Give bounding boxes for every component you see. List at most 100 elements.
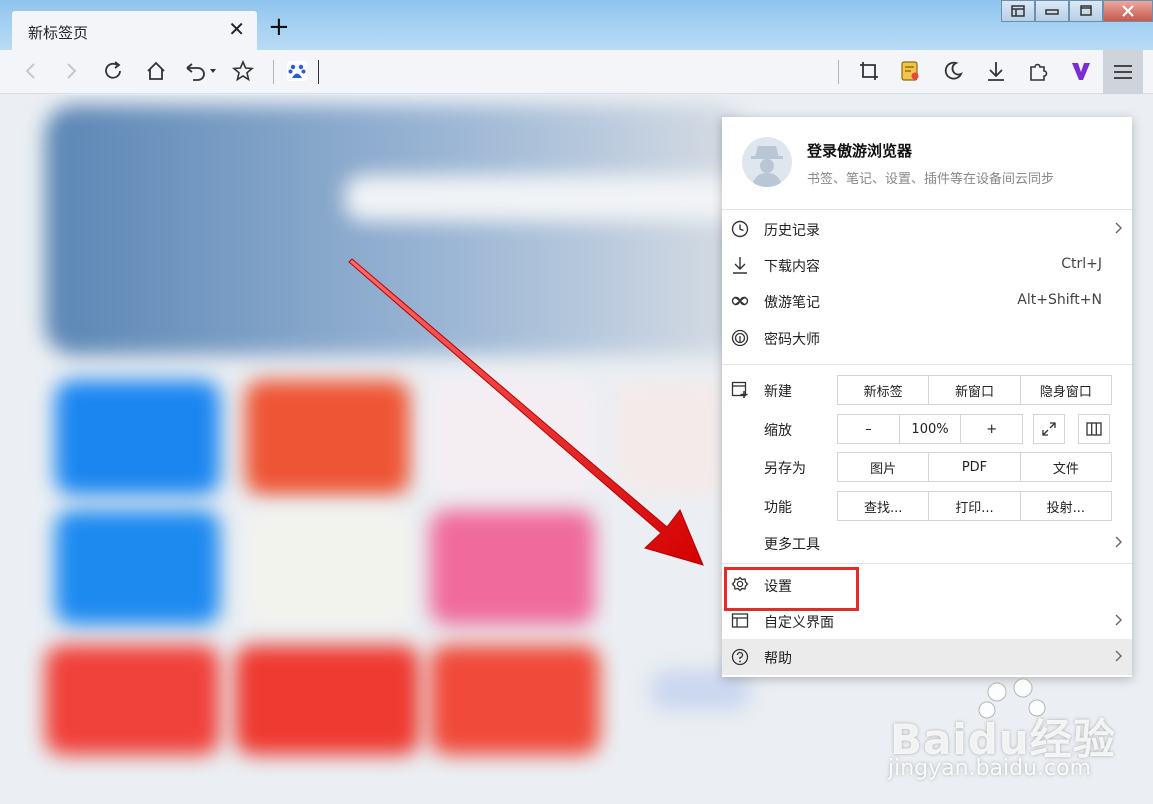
toolbar-separator (273, 60, 274, 84)
v-logo-icon (1072, 63, 1090, 80)
puzzle-icon (1030, 63, 1048, 81)
menu-item-label: 历史记录 (764, 223, 820, 239)
extensions-button[interactable] (1025, 58, 1051, 84)
menu-row-label: 新建 (764, 384, 792, 400)
night-mode-button[interactable] (940, 58, 966, 84)
new-tab-button[interactable]: + (268, 14, 290, 40)
toolbar (0, 50, 1153, 94)
save-as-options-group: 图片 PDF 文件 (837, 452, 1112, 482)
menu-item-passwords[interactable]: 密码大师 (722, 320, 1132, 356)
blurred-tile (615, 380, 725, 495)
cast-option[interactable]: 投射... (1019, 492, 1111, 520)
print-option[interactable]: 打印... (928, 492, 1019, 520)
menu-item-notes[interactable]: 傲游笔记 Alt+Shift+N (722, 283, 1132, 319)
minimize-icon (1045, 9, 1059, 15)
tab-title: 新标签页 (28, 24, 89, 42)
downloads-button[interactable] (983, 58, 1009, 84)
fullscreen-button[interactable] (1033, 414, 1065, 444)
notes-extension-button[interactable] (897, 58, 923, 84)
home-button[interactable] (143, 58, 169, 84)
blurred-tile (430, 510, 595, 625)
address-caret[interactable] (318, 60, 319, 84)
settings-highlight-box (724, 567, 859, 611)
new-window-plus-icon (731, 381, 748, 398)
toolbar-separator (838, 60, 839, 84)
note-icon (901, 61, 919, 81)
clock-icon (731, 220, 749, 238)
login-title[interactable]: 登录傲游浏览器 (807, 140, 912, 161)
restore-layout-button[interactable] (1001, 0, 1035, 22)
screenshot-button[interactable] (856, 58, 882, 84)
menu-item-label: 帮助 (764, 651, 792, 667)
menu-item-label: 傲游笔记 (764, 295, 820, 311)
login-subtitle: 书签、笔记、设置、插件等在设备间云同步 (807, 172, 1055, 187)
account-login-section[interactable]: 登录傲游浏览器 书签、笔记、设置、插件等在设备间云同步 (722, 117, 1132, 210)
blurred-tile (235, 645, 420, 755)
close-window-button[interactable] (1103, 0, 1153, 22)
menu-row-label: 缩放 (764, 423, 792, 439)
menu-item-history[interactable]: 历史记录 (722, 211, 1132, 247)
notes-knot-icon (731, 296, 749, 306)
blurred-tile (430, 645, 600, 755)
baidu-jingyan-watermark: Baidu经验 jingyan.baidu.com (880, 676, 1150, 791)
minimize-button[interactable] (1035, 0, 1069, 22)
blurred-tile (245, 380, 410, 495)
zoom-in-button[interactable]: + (960, 415, 1022, 443)
menu-item-more-tools[interactable]: 更多工具 (722, 525, 1132, 561)
back-arrow-icon (25, 63, 35, 79)
blurred-search-box (345, 175, 765, 221)
star-icon (232, 60, 254, 82)
menu-shortcut: Ctrl+J (1061, 256, 1102, 272)
undo-icon (186, 63, 216, 81)
menu-item-help[interactable]: 帮助 (722, 639, 1132, 675)
forward-arrow-icon (67, 63, 77, 79)
maximize-icon (1080, 5, 1092, 16)
question-circle-icon (731, 648, 749, 666)
chevron-right-icon (1115, 536, 1122, 548)
save-as-pdf-option[interactable]: PDF (928, 453, 1019, 481)
menu-item-label: 密码大师 (764, 332, 820, 348)
bookmark-button[interactable] (230, 58, 256, 84)
menu-item-downloads[interactable]: 下载内容 Ctrl+J (722, 247, 1132, 283)
undo-close-tab-button[interactable] (182, 58, 220, 84)
find-option[interactable]: 查找... (838, 492, 928, 520)
zoom-out-button[interactable]: – (838, 415, 899, 443)
incognito-user-icon (751, 146, 783, 187)
tab-new-tab[interactable]: 新标签页 ✕ (12, 11, 257, 50)
menu-divider (722, 563, 1132, 564)
save-as-file-option[interactable]: 文件 (1019, 453, 1111, 481)
save-as-image-option[interactable]: 图片 (838, 453, 928, 481)
blurred-tile (55, 380, 220, 495)
baidu-search-engine-button[interactable] (284, 58, 310, 84)
maxthon-v-button[interactable] (1068, 58, 1094, 84)
menu-item-label: 下载内容 (764, 259, 820, 275)
split-view-button[interactable] (1078, 414, 1110, 444)
new-tab-option[interactable]: 新标签 (838, 376, 928, 404)
home-icon (147, 61, 165, 80)
new-window-option[interactable]: 新窗口 (928, 376, 1019, 404)
maximize-button[interactable] (1069, 0, 1103, 22)
tab-close-icon[interactable]: ✕ (228, 19, 245, 39)
menu-row-save-as: 另存为 图片 PDF 文件 (722, 449, 1132, 485)
expand-icon (1042, 422, 1056, 436)
download-icon (988, 62, 1004, 81)
zoom-level: 100% (898, 415, 961, 443)
reload-button[interactable] (100, 58, 126, 84)
download-icon (733, 257, 747, 274)
menu-row-new: 新建 新标签 新窗口 隐身窗口 (722, 372, 1132, 408)
back-button[interactable] (18, 58, 44, 84)
avatar[interactable] (742, 137, 792, 187)
menu-divider (722, 364, 1132, 365)
watermark-url: jingyan.baidu.com (888, 756, 1092, 781)
incognito-window-option[interactable]: 隐身窗口 (1019, 376, 1111, 404)
menu-row-label: 另存为 (764, 461, 806, 477)
forward-button[interactable] (58, 58, 84, 84)
functions-options-group: 查找... 打印... 投射... (837, 491, 1112, 521)
zoom-controls: – 100% + (837, 414, 1023, 444)
baidu-paw-icon (287, 61, 307, 81)
menu-item-label: 自定义界面 (764, 615, 834, 631)
close-icon (1122, 5, 1134, 17)
main-menu-button[interactable] (1103, 50, 1143, 94)
menu-row-label: 功能 (764, 500, 792, 516)
moon-icon (944, 61, 963, 80)
